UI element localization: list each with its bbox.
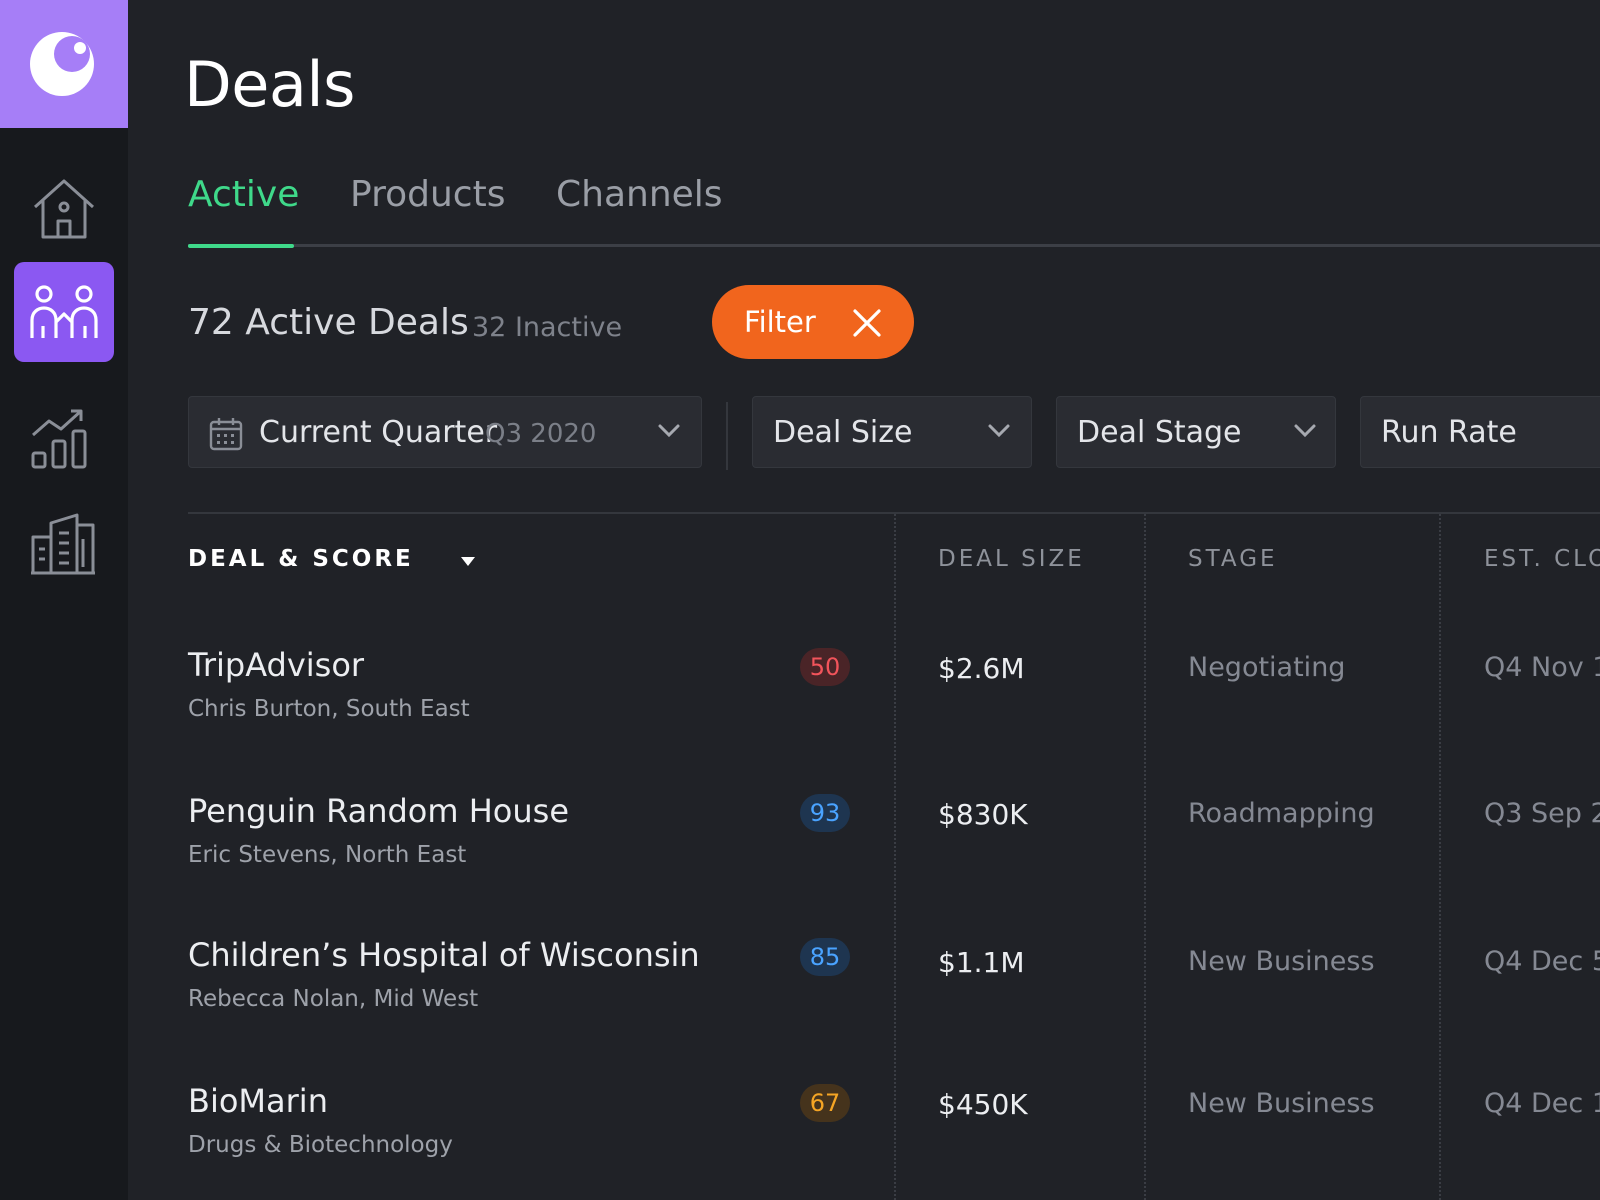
sidebar-item-accounts[interactable] xyxy=(14,492,114,592)
deal-industry: Drugs & Biotechnology xyxy=(188,1132,453,1158)
stage-cell: Roadmapping xyxy=(1188,798,1375,829)
column-header-stage[interactable]: STAGE xyxy=(1188,546,1278,572)
deal-size-dropdown-label: Deal Size xyxy=(773,415,913,450)
sidebar xyxy=(0,0,128,1200)
deal-size-cell: $450K xyxy=(938,1088,1028,1121)
run-rate-dropdown[interactable]: Run Rate xyxy=(1360,396,1600,468)
chevron-down-icon xyxy=(658,424,680,438)
deal-size-cell: $1.1M xyxy=(938,946,1025,979)
tab-bar: Active Products Channels xyxy=(188,174,1600,248)
deal-size-cell: $2.6M xyxy=(938,652,1025,685)
deal-name[interactable]: Children’s Hospital of Wisconsin xyxy=(188,936,700,974)
brand-logo[interactable] xyxy=(0,0,128,128)
quarter-dropdown-label: Current Quarter xyxy=(259,415,498,450)
column-header-deal-score-label: DEAL & SCORE xyxy=(188,546,414,572)
est-close-cell: Q3 Sep 2 xyxy=(1484,798,1600,829)
score-badge: 85 xyxy=(800,938,850,976)
calendar-icon xyxy=(209,418,243,451)
tab-channels[interactable]: Channels xyxy=(556,174,723,215)
sort-caret-down-icon xyxy=(461,557,475,566)
chevron-down-icon xyxy=(988,424,1010,438)
active-tab-indicator xyxy=(188,244,294,248)
page-title: Deals xyxy=(184,48,355,121)
column-header-deal-size[interactable]: DEAL SIZE xyxy=(938,546,1085,572)
deal-owner-region: Rebecca Nolan, Mid West xyxy=(188,986,479,1012)
sidebar-item-analytics[interactable] xyxy=(14,388,114,488)
quarter-dropdown[interactable]: Current Quarter Q3 2020 xyxy=(188,396,702,468)
score-badge: 93 xyxy=(800,794,850,832)
table-row[interactable]: Penguin Random House Eric Stevens, North… xyxy=(128,776,1600,916)
filter-divider xyxy=(726,402,728,470)
est-close-cell: Q4 Nov 1 xyxy=(1484,652,1600,683)
people-icon xyxy=(30,285,98,338)
deal-name[interactable]: TripAdvisor xyxy=(188,646,364,684)
buildings-icon xyxy=(31,513,95,575)
column-header-est-close[interactable]: EST. CLO xyxy=(1484,546,1600,572)
est-close-cell: Q4 Dec 1 xyxy=(1484,1088,1600,1119)
score-badge: 50 xyxy=(800,648,850,686)
table-row[interactable]: BioMarin Drugs & Biotechnology 67 $450K … xyxy=(128,1068,1600,1200)
stage-cell: New Business xyxy=(1188,1088,1375,1119)
main-content: Deals Active Products Channels 72 Active… xyxy=(128,0,1600,1200)
active-deals-count: 72 Active Deals xyxy=(188,302,469,343)
tab-active[interactable]: Active xyxy=(188,174,299,215)
score-badge: 67 xyxy=(800,1084,850,1122)
inactive-deals-link[interactable]: 32 Inactive xyxy=(472,312,622,343)
quarter-dropdown-value: Q3 2020 xyxy=(485,419,597,449)
filter-chip[interactable]: Filter xyxy=(712,285,914,359)
deal-owner-region: Chris Burton, South East xyxy=(188,696,470,722)
stage-cell: Negotiating xyxy=(1188,652,1346,683)
filter-chip-label: Filter xyxy=(744,305,816,339)
home-icon xyxy=(33,179,95,239)
tab-bar-divider xyxy=(188,244,1600,247)
deal-size-dropdown[interactable]: Deal Size xyxy=(752,396,1032,468)
brand-c-logo-icon xyxy=(30,32,94,96)
column-header-deal-score[interactable]: DEAL & SCORE xyxy=(188,546,475,572)
stage-cell: New Business xyxy=(1188,946,1375,977)
close-icon[interactable] xyxy=(852,308,882,338)
table-row[interactable]: TripAdvisor Chris Burton, South East 50 … xyxy=(128,630,1600,770)
deal-name[interactable]: BioMarin xyxy=(188,1082,328,1120)
deal-stage-dropdown[interactable]: Deal Stage xyxy=(1056,396,1336,468)
deal-stage-dropdown-label: Deal Stage xyxy=(1077,415,1242,450)
run-rate-dropdown-label: Run Rate xyxy=(1381,415,1517,450)
chevron-down-icon xyxy=(1294,424,1316,438)
table-row[interactable]: Children’s Hospital of Wisconsin Rebecca… xyxy=(128,920,1600,1060)
app-window: Deals Active Products Channels 72 Active… xyxy=(0,0,1600,1200)
est-close-cell: Q4 Dec 5 xyxy=(1484,946,1600,977)
deal-size-cell: $830K xyxy=(938,798,1028,831)
deal-owner-region: Eric Stevens, North East xyxy=(188,842,467,868)
sidebar-item-deals[interactable] xyxy=(14,262,114,362)
sidebar-item-home[interactable] xyxy=(14,158,114,258)
deal-name[interactable]: Penguin Random House xyxy=(188,792,569,830)
tab-products[interactable]: Products xyxy=(350,174,505,215)
analytics-icon xyxy=(31,409,87,469)
